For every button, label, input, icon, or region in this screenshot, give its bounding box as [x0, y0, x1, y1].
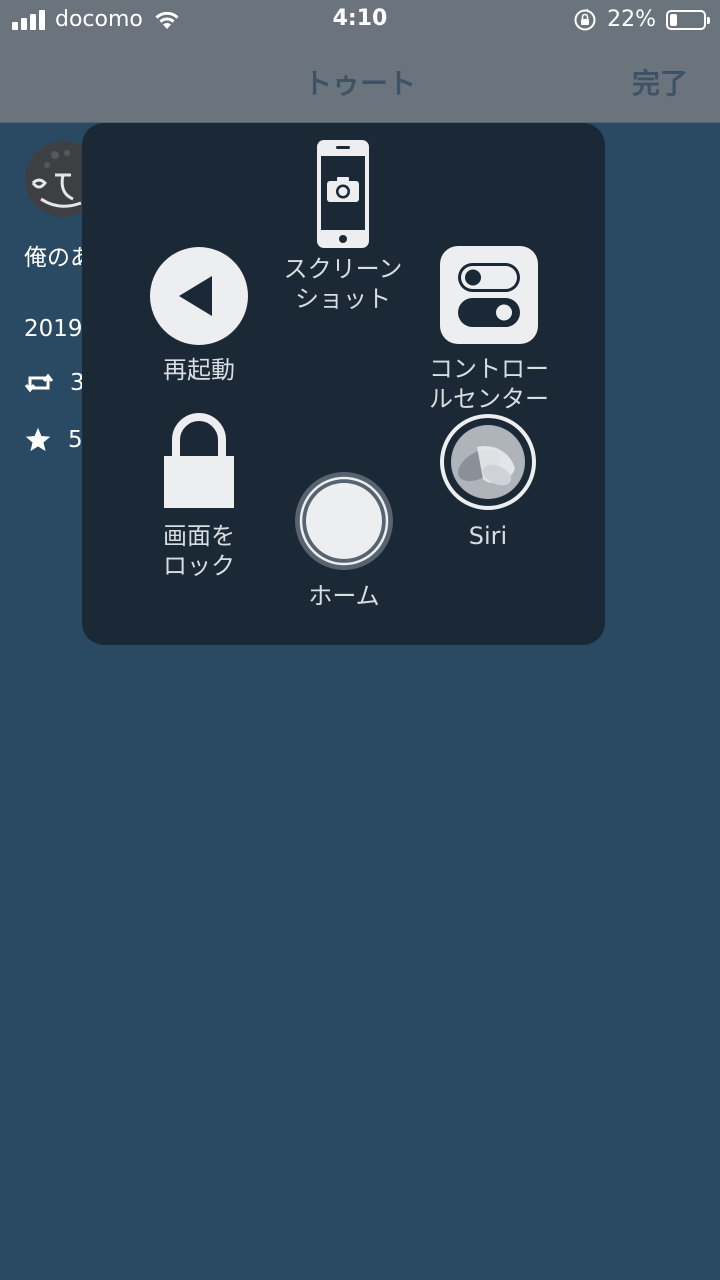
screenshot-button[interactable]: スクリーン ショット [265, 139, 421, 314]
boost-count-row[interactable]: 3 [24, 370, 85, 396]
lock-icon [164, 413, 234, 508]
screenshot-label-line1: スクリーン [283, 255, 403, 283]
control-center-label-line1: コントロー [429, 355, 549, 383]
screenshot-label-line2: ショット [295, 285, 391, 313]
favorite-count: 5 [68, 427, 83, 453]
home-button[interactable]: ホーム [279, 471, 409, 611]
assistive-touch-menu: スクリーン ショット 再起動 コントロー ルセンター 画面を ロック Siri … [82, 123, 605, 645]
siri-button[interactable]: Siri [423, 413, 553, 551]
battery-icon [666, 10, 710, 30]
rotation-lock-icon [574, 8, 596, 31]
home-button-icon [295, 472, 393, 570]
status-bar: docomo 4:10 22% [0, 0, 720, 40]
lock-screen-button[interactable]: 画面を ロック [134, 412, 264, 581]
restart-label: 再起動 [163, 356, 235, 384]
home-label: ホーム [308, 582, 380, 610]
restart-button[interactable]: 再起動 [134, 247, 264, 385]
battery-percent: 22% [607, 7, 656, 32]
lock-screen-label-line1: 画面を [163, 522, 235, 550]
lock-screen-label-line2: ロック [163, 552, 235, 580]
control-center-button[interactable]: コントロー ルセンター [416, 246, 562, 414]
toot-date: 2019 [24, 316, 83, 342]
screenshot-icon [317, 140, 369, 248]
siri-icon [440, 414, 536, 510]
star-icon [25, 427, 51, 452]
status-right: 22% [573, 6, 710, 34]
nav-bar: トゥート 完了 [0, 40, 720, 123]
done-button[interactable]: 完了 [632, 62, 688, 102]
battery-fill [670, 14, 677, 26]
control-center-icon [440, 246, 538, 344]
control-center-label-line2: ルセンター [429, 385, 549, 413]
favorite-count-row[interactable]: 5 [24, 426, 83, 454]
page-title: トゥート [303, 67, 416, 100]
restart-icon [150, 247, 248, 345]
siri-label: Siri [468, 522, 508, 550]
boost-icon [24, 373, 54, 393]
